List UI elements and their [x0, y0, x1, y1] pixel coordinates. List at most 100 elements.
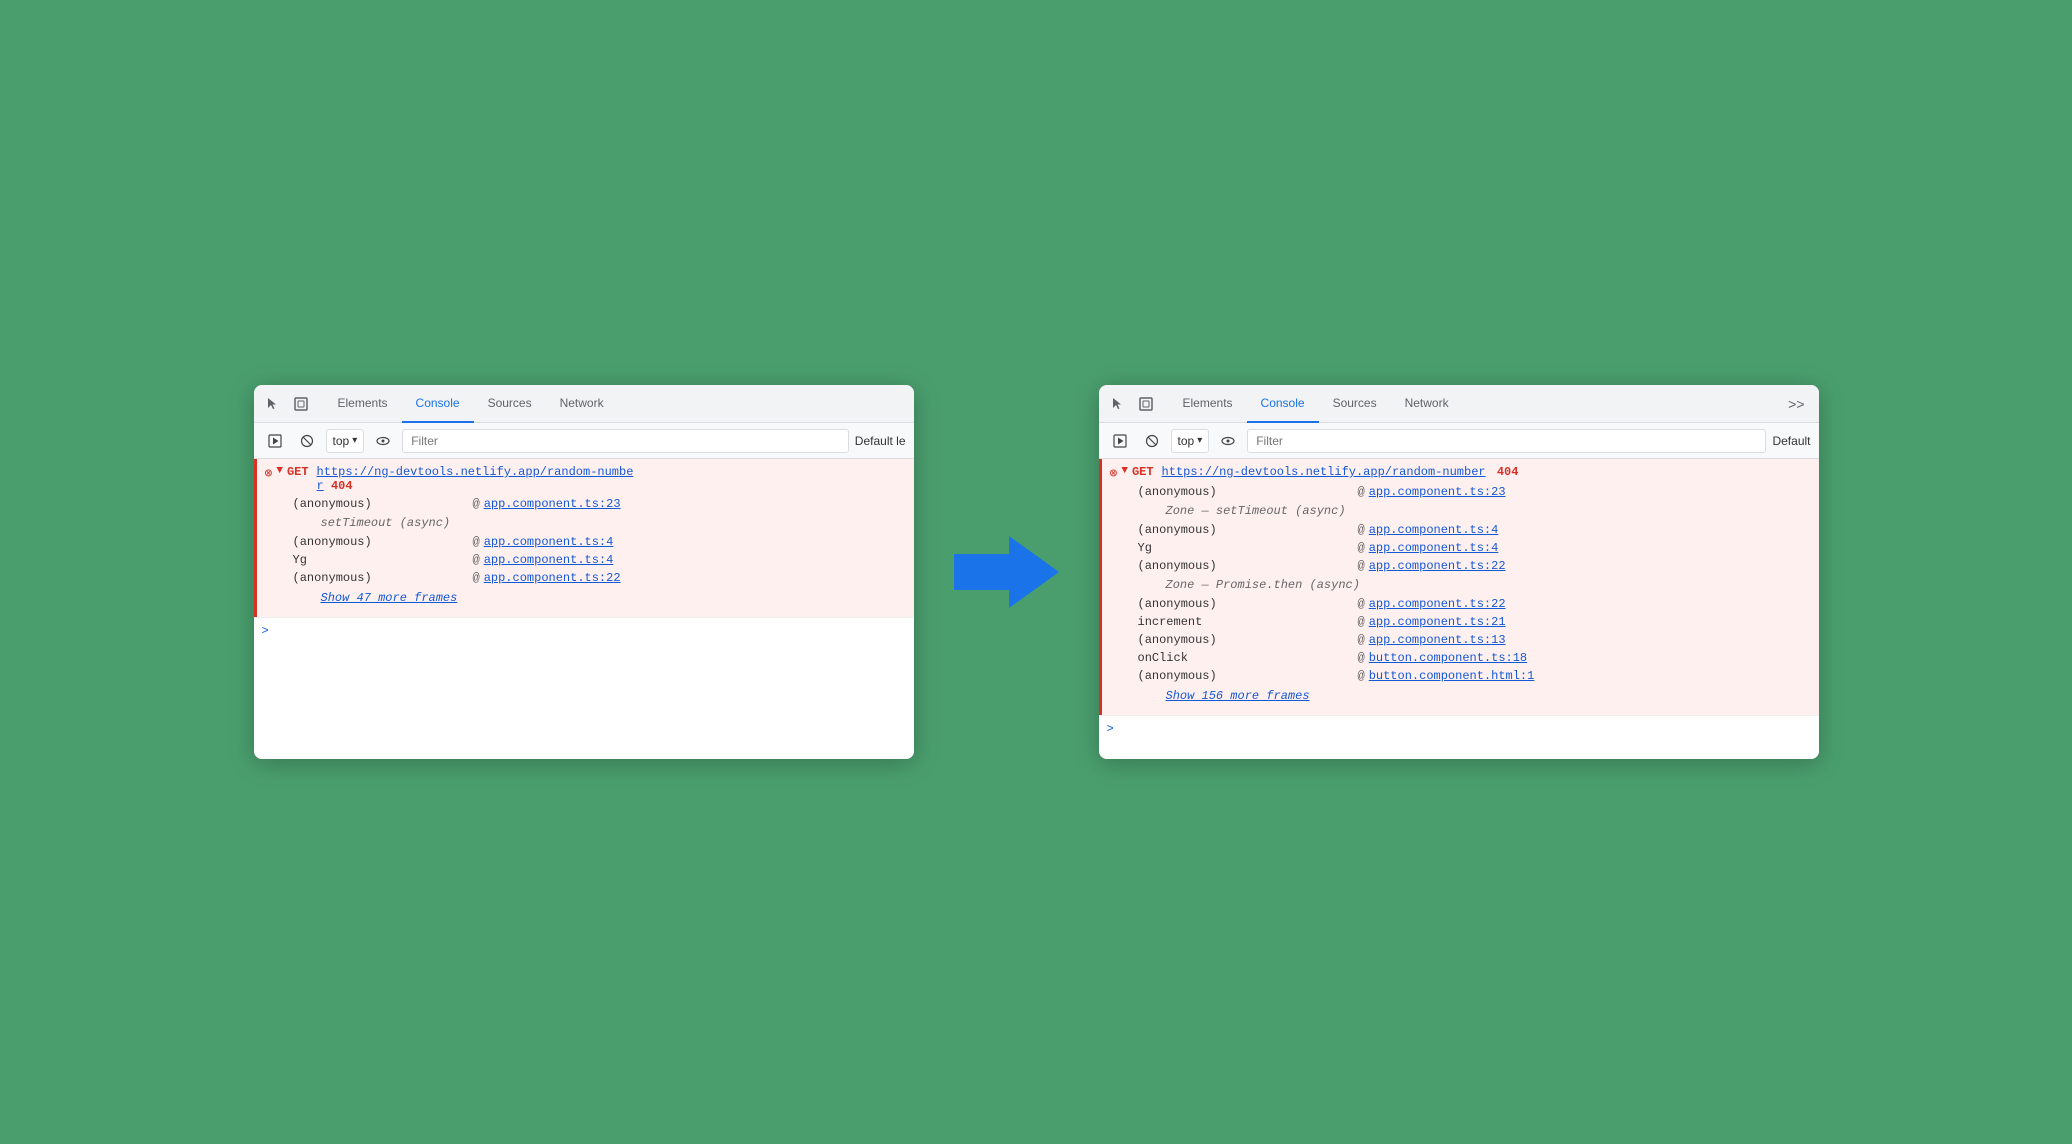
- left-error-icon: ⊗: [265, 466, 273, 481]
- left-tab-sources[interactable]: Sources: [474, 385, 546, 423]
- left-run-button[interactable]: [262, 428, 288, 454]
- arrow-shaft: [954, 554, 1009, 590]
- right-async-row-1: Zone — Promise.then (async): [1138, 575, 1811, 595]
- right-stack-link-1[interactable]: app.component.ts:4: [1369, 523, 1499, 537]
- right-stack-fn-7: onClick: [1138, 651, 1358, 665]
- right-tab-more[interactable]: >>: [1782, 396, 1810, 412]
- left-stack-fn-1: (anonymous): [293, 535, 473, 549]
- right-stack-link-3[interactable]: app.component.ts:22: [1369, 559, 1506, 573]
- left-error-url[interactable]: https://ng-devtools.netlify.app/random-n…: [317, 465, 634, 493]
- left-console-prompt[interactable]: >: [254, 617, 914, 644]
- arrow-head: [1009, 536, 1059, 608]
- right-stack-at-8: @: [1358, 669, 1365, 683]
- right-run-button[interactable]: [1107, 428, 1133, 454]
- left-stack-at-0: @: [473, 497, 480, 511]
- right-error-icon: ⊗: [1110, 466, 1118, 481]
- left-console-content: ⊗ ▼ GET https://ng-devtools.netlify.app/…: [254, 459, 914, 759]
- right-top-label: top: [1178, 434, 1195, 448]
- right-prompt-symbol: >: [1107, 722, 1114, 736]
- right-show-more[interactable]: Show 156 more frames: [1138, 685, 1811, 707]
- left-error-method: GET: [287, 465, 309, 479]
- right-toolbar: top ▾ Default: [1099, 423, 1819, 459]
- right-stack-row-1: (anonymous) @ app.component.ts:4: [1138, 521, 1811, 539]
- left-stack-link-2[interactable]: app.component.ts:4: [484, 553, 614, 567]
- left-tab-network[interactable]: Network: [546, 385, 618, 423]
- right-cursor-icon[interactable]: [1107, 393, 1129, 415]
- left-stack-link-3[interactable]: app.component.ts:22: [484, 571, 621, 585]
- right-error-header: ⊗ ▼ GET https://ng-devtools.netlify.app/…: [1110, 465, 1811, 481]
- right-stack-fn-2: Yg: [1138, 541, 1358, 555]
- left-error-header: ⊗ ▼ GET https://ng-devtools.netlify.app/…: [265, 465, 906, 493]
- right-top-selector[interactable]: top ▾: [1171, 429, 1210, 453]
- right-stack-row-5: increment @ app.component.ts:21: [1138, 613, 1811, 631]
- right-tab-network[interactable]: Network: [1391, 385, 1463, 423]
- right-stack-at-6: @: [1358, 633, 1365, 647]
- right-stack-fn-6: (anonymous): [1138, 633, 1358, 647]
- left-eye-button[interactable]: [370, 428, 396, 454]
- right-stack-fn-8: (anonymous): [1138, 669, 1358, 683]
- left-stack-link-1[interactable]: app.component.ts:4: [484, 535, 614, 549]
- right-stack-row-3: (anonymous) @ app.component.ts:22: [1138, 557, 1811, 575]
- left-stack-fn-3: (anonymous): [293, 571, 473, 585]
- right-filter-input[interactable]: [1247, 429, 1766, 453]
- right-stack-link-5[interactable]: app.component.ts:21: [1369, 615, 1506, 629]
- left-devtools-window: Elements Console Sources Network top ▾ D…: [254, 385, 914, 759]
- left-top-label: top: [333, 434, 350, 448]
- left-top-selector[interactable]: top ▾: [326, 429, 365, 453]
- right-stack-link-2[interactable]: app.component.ts:4: [1369, 541, 1499, 555]
- right-block-button[interactable]: [1139, 428, 1165, 454]
- right-stack-at-3: @: [1358, 559, 1365, 573]
- right-stack-link-6[interactable]: app.component.ts:13: [1369, 633, 1506, 647]
- left-stack-at-1: @: [473, 535, 480, 549]
- blue-arrow: [954, 536, 1059, 608]
- left-error-triangle[interactable]: ▼: [276, 465, 283, 477]
- right-box-icon[interactable]: [1135, 393, 1157, 415]
- right-stack-link-7[interactable]: button.component.ts:18: [1369, 651, 1527, 665]
- right-console-content: ⊗ ▼ GET https://ng-devtools.netlify.app/…: [1099, 459, 1819, 759]
- right-tab-sources[interactable]: Sources: [1319, 385, 1391, 423]
- left-stack-fn-0: (anonymous): [293, 497, 473, 511]
- left-stack-row-1: (anonymous) @ app.component.ts:4: [293, 533, 906, 551]
- right-console-prompt[interactable]: >: [1099, 715, 1819, 742]
- left-stack-at-2: @: [473, 553, 480, 567]
- left-prompt-symbol: >: [262, 624, 269, 638]
- comparison-container: Elements Console Sources Network top ▾ D…: [254, 385, 1819, 759]
- right-stack-fn-3: (anonymous): [1138, 559, 1358, 573]
- right-tab-elements[interactable]: Elements: [1169, 385, 1247, 423]
- right-stack-at-2: @: [1358, 541, 1365, 555]
- right-stack-link-0[interactable]: app.component.ts:23: [1369, 485, 1506, 499]
- right-error-method: GET: [1132, 465, 1154, 479]
- left-cursor-icon[interactable]: [262, 393, 284, 415]
- right-stack-fn-1: (anonymous): [1138, 523, 1358, 537]
- right-stack-fn-0: (anonymous): [1138, 485, 1358, 499]
- right-stack-at-5: @: [1358, 615, 1365, 629]
- left-stack-fn-2: Yg: [293, 553, 473, 567]
- right-stack-row-4: (anonymous) @ app.component.ts:22: [1138, 595, 1811, 613]
- right-stack-row-7: onClick @ button.component.ts:18: [1138, 649, 1811, 667]
- left-stack-at-3: @: [473, 571, 480, 585]
- left-block-button[interactable]: [294, 428, 320, 454]
- left-stack-row-3: (anonymous) @ app.component.ts:22: [293, 569, 906, 587]
- right-error-triangle[interactable]: ▼: [1121, 465, 1128, 477]
- right-stack-link-4[interactable]: app.component.ts:22: [1369, 597, 1506, 611]
- left-show-more[interactable]: Show 47 more frames: [293, 587, 906, 609]
- right-error-row: ⊗ ▼ GET https://ng-devtools.netlify.app/…: [1099, 459, 1819, 715]
- right-error-url[interactable]: https://ng-devtools.netlify.app/random-n…: [1162, 465, 1486, 479]
- left-tab-console[interactable]: Console: [402, 385, 474, 423]
- right-eye-button[interactable]: [1215, 428, 1241, 454]
- left-tab-icons: [262, 393, 312, 415]
- right-tab-console[interactable]: Console: [1247, 385, 1319, 423]
- left-tab-elements[interactable]: Elements: [324, 385, 402, 423]
- right-stack-rows: (anonymous) @ app.component.ts:23 Zone —…: [1110, 481, 1811, 709]
- right-error-code: 404: [1497, 465, 1519, 479]
- left-async-row-0: setTimeout (async): [293, 513, 906, 533]
- left-stack-row-2: Yg @ app.component.ts:4: [293, 551, 906, 569]
- right-stack-fn-4: (anonymous): [1138, 597, 1358, 611]
- right-stack-link-8[interactable]: button.component.html:1: [1369, 669, 1535, 683]
- left-box-icon[interactable]: [290, 393, 312, 415]
- left-stack-row-0: (anonymous) @ app.component.ts:23: [293, 495, 906, 513]
- left-stack-link-0[interactable]: app.component.ts:23: [484, 497, 621, 511]
- left-error-row: ⊗ ▼ GET https://ng-devtools.netlify.app/…: [254, 459, 914, 617]
- right-default-level: Default: [1772, 434, 1810, 448]
- left-filter-input[interactable]: [402, 429, 849, 453]
